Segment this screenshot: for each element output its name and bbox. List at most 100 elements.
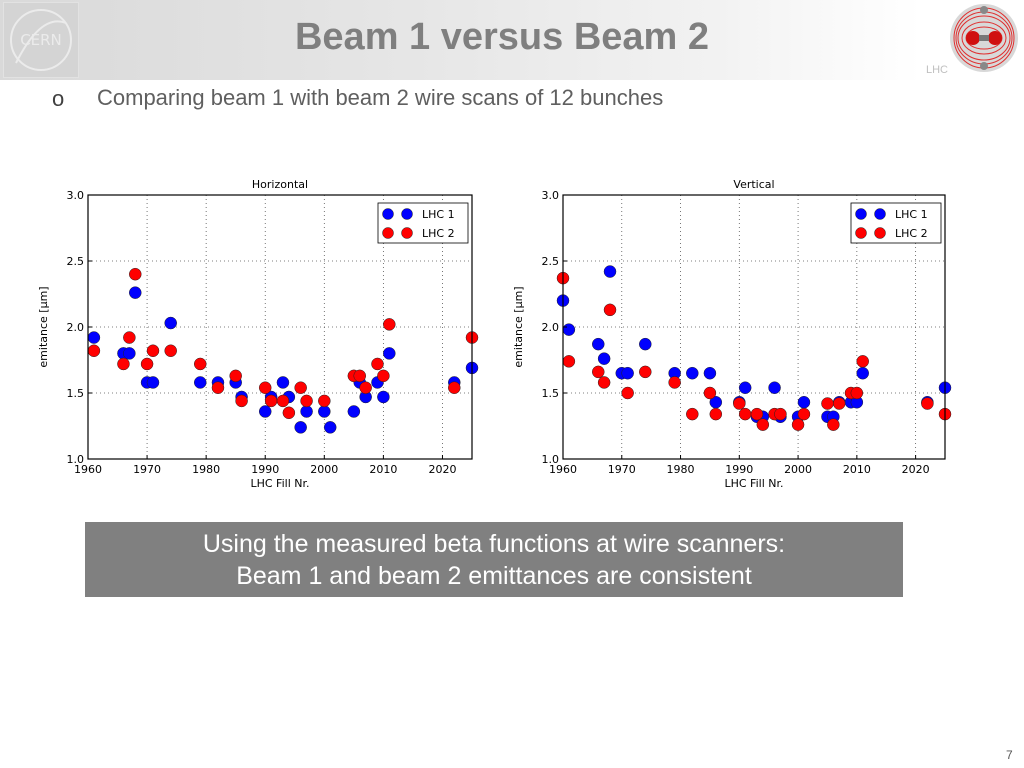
data-point-lhc2 (164, 344, 177, 358)
y-tick-label: 2.0 (542, 321, 560, 334)
data-point-lhc1 (146, 376, 160, 389)
x-axis-label: LHC Fill Nr. (724, 477, 783, 490)
data-point-lhc1 (323, 421, 337, 434)
y-tick-label: 1.5 (542, 387, 560, 400)
data-point-lhc1 (621, 366, 634, 380)
y-tick-label: 1.0 (67, 453, 85, 466)
data-point-lhc1 (193, 376, 207, 389)
data-point-lhc1 (129, 286, 142, 299)
data-point-lhc2 (850, 386, 864, 400)
data-point-lhc1 (300, 405, 313, 418)
legend-marker (855, 227, 867, 239)
data-point-lhc2 (193, 357, 207, 371)
data-point-lhc2 (359, 381, 372, 394)
data-point-lhc2 (448, 381, 461, 394)
chart-title: Vertical (733, 178, 774, 191)
y-tick-label: 1.0 (542, 453, 560, 466)
data-point-lhc2 (774, 407, 787, 421)
x-tick-label: 2010 (843, 463, 871, 476)
data-point-lhc1 (603, 265, 617, 278)
data-point-lhc1 (562, 323, 576, 336)
x-tick-label: 2010 (369, 463, 397, 476)
legend-label: LHC 2 (895, 227, 928, 240)
data-point-lhc2 (371, 357, 384, 371)
data-point-lhc1 (87, 331, 101, 344)
legend-marker (874, 208, 886, 220)
data-point-lhc2 (827, 418, 840, 431)
data-point-lhc2 (235, 394, 248, 408)
legend-label: LHC 2 (422, 227, 455, 240)
data-point-lhc2 (797, 407, 811, 421)
x-tick-label: 1980 (192, 463, 220, 476)
data-point-lhc1 (686, 366, 699, 380)
x-tick-label: 1990 (725, 463, 753, 476)
x-tick-label: 2000 (310, 463, 338, 476)
data-point-lhc1 (597, 352, 611, 365)
legend-label: LHC 1 (422, 208, 455, 221)
data-point-lhc1 (318, 405, 331, 418)
page-number: 7 (1006, 748, 1013, 762)
callout-line-2: Beam 1 and beam 2 emittances are consist… (236, 562, 752, 590)
data-point-lhc2 (117, 357, 130, 371)
data-point-lhc2 (639, 365, 652, 379)
legend-marker (874, 227, 886, 239)
vertical-chart: 1960 1970 1980 1990 2000 2010 20201.01.52.02.5… (512, 178, 952, 490)
data-point-lhc2 (211, 381, 225, 394)
data-point-lhc1 (164, 316, 177, 330)
data-point-lhc2 (146, 344, 160, 358)
data-point-lhc2 (229, 369, 242, 383)
data-point-lhc2 (258, 381, 272, 394)
data-point-lhc2 (603, 303, 617, 317)
data-point-lhc2 (592, 365, 605, 379)
data-point-lhc2 (686, 407, 699, 421)
data-point-lhc2 (377, 369, 390, 383)
chart-title: Horizontal (252, 178, 308, 191)
x-tick-label: 2000 (784, 463, 812, 476)
data-point-lhc1 (294, 421, 307, 434)
legend: LHC 1 LHC 2 (377, 202, 469, 244)
slide-header: CERN Beam 1 versus Beam 2 (0, 0, 1024, 80)
data-point-lhc2 (703, 386, 717, 400)
legend-marker (855, 208, 867, 220)
y-tick-label: 2.5 (542, 255, 560, 268)
data-point-lhc2 (821, 397, 834, 410)
data-point-lhc1 (347, 405, 361, 418)
data-point-lhc2 (856, 355, 869, 368)
data-point-lhc2 (756, 418, 770, 431)
y-axis-label: emitance [μm] (512, 286, 525, 367)
data-point-lhc1 (383, 347, 396, 360)
y-axis-label: emitance [μm] (37, 286, 50, 367)
data-point-lhc2 (140, 357, 154, 371)
data-point-lhc2 (750, 407, 764, 421)
data-point-lhc1 (738, 381, 752, 394)
data-point-lhc2 (791, 418, 805, 431)
x-tick-label: 1980 (667, 463, 695, 476)
data-point-lhc1 (797, 395, 811, 409)
legend: LHC 1 LHC 2 (850, 202, 942, 244)
y-tick-label: 3.0 (542, 189, 560, 202)
data-point-lhc2 (318, 394, 331, 408)
data-point-lhc2 (353, 369, 367, 383)
data-point-lhc1 (276, 376, 290, 389)
lhc-logo (945, 0, 1023, 78)
data-point-lhc1 (639, 337, 652, 351)
data-point-lhc2 (738, 407, 752, 421)
y-tick-label: 2.0 (67, 321, 85, 334)
data-point-lhc2 (621, 386, 634, 400)
slide-title: Beam 1 versus Beam 2 (294, 16, 710, 58)
x-axis-label: LHC Fill Nr. (250, 477, 309, 490)
slide-subtitle: Comparing beam 1 with beam 2 wire scans … (97, 85, 664, 110)
lhc-logo-label: LHC (926, 64, 949, 76)
x-tick-label: 2020 (428, 463, 456, 476)
y-tick-label: 2.5 (67, 255, 85, 268)
legend-marker (382, 227, 394, 239)
data-point-lhc2 (597, 376, 611, 389)
data-point-lhc2 (300, 394, 313, 408)
data-point-lhc2 (668, 376, 681, 389)
x-tick-label: 2020 (902, 463, 930, 476)
data-point-lhc1 (123, 347, 136, 360)
legend-label: LHC 1 (895, 208, 928, 221)
bullet-marker: o (52, 86, 65, 111)
data-point-lhc1 (258, 405, 272, 418)
data-point-lhc1 (377, 390, 390, 404)
